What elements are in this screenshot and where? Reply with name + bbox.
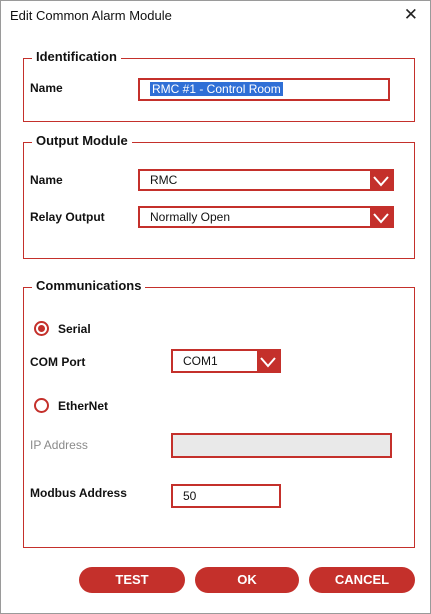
serial-label: Serial bbox=[58, 322, 91, 336]
identification-name-label: Name bbox=[30, 81, 63, 95]
close-icon[interactable]: ✕ bbox=[404, 5, 418, 25]
edit-common-alarm-module-dialog: Edit Common Alarm Module ✕ Identificatio… bbox=[0, 0, 431, 614]
modbus-address-label: Modbus Address bbox=[30, 486, 127, 500]
ip-address-input[interactable] bbox=[171, 433, 392, 458]
chevron-down-icon[interactable] bbox=[257, 351, 279, 371]
output-module-name-label: Name bbox=[30, 173, 63, 187]
modbus-address-input[interactable]: 50 bbox=[171, 484, 281, 508]
cancel-button[interactable]: CANCEL bbox=[309, 567, 415, 593]
communications-group: Communications Serial COM Port COM1 Ethe… bbox=[23, 278, 415, 548]
ok-button[interactable]: OK bbox=[195, 567, 299, 593]
communications-legend: Communications bbox=[32, 278, 146, 293]
identification-group: Identification Name RMC #1 - Control Roo… bbox=[23, 49, 415, 122]
relay-output-select[interactable]: Normally Open bbox=[138, 206, 394, 228]
output-module-group: Output Module Name RMC Relay Output Norm… bbox=[23, 133, 415, 259]
com-port-select[interactable]: COM1 bbox=[171, 349, 281, 373]
output-module-name-select[interactable]: RMC bbox=[138, 169, 394, 191]
com-port-label: COM Port bbox=[30, 355, 86, 369]
test-button[interactable]: TEST bbox=[79, 567, 185, 593]
identification-name-field[interactable]: RMC #1 - Control Room bbox=[138, 78, 390, 101]
relay-output-value: Normally Open bbox=[150, 210, 231, 224]
identification-name-value: RMC #1 - Control Room bbox=[150, 82, 283, 96]
serial-radio[interactable] bbox=[34, 321, 49, 336]
com-port-value: COM1 bbox=[183, 354, 218, 368]
ethernet-radio[interactable] bbox=[34, 398, 49, 413]
ip-address-label: IP Address bbox=[30, 438, 88, 452]
relay-output-label: Relay Output bbox=[30, 210, 105, 224]
chevron-down-icon[interactable] bbox=[370, 208, 392, 226]
output-module-legend: Output Module bbox=[32, 133, 132, 148]
ethernet-label: EtherNet bbox=[58, 399, 109, 413]
output-module-name-value: RMC bbox=[150, 173, 178, 187]
chevron-down-icon[interactable] bbox=[370, 171, 392, 189]
window-title: Edit Common Alarm Module bbox=[10, 8, 172, 23]
identification-legend: Identification bbox=[32, 49, 121, 64]
title-bar: Edit Common Alarm Module ✕ bbox=[1, 1, 430, 31]
